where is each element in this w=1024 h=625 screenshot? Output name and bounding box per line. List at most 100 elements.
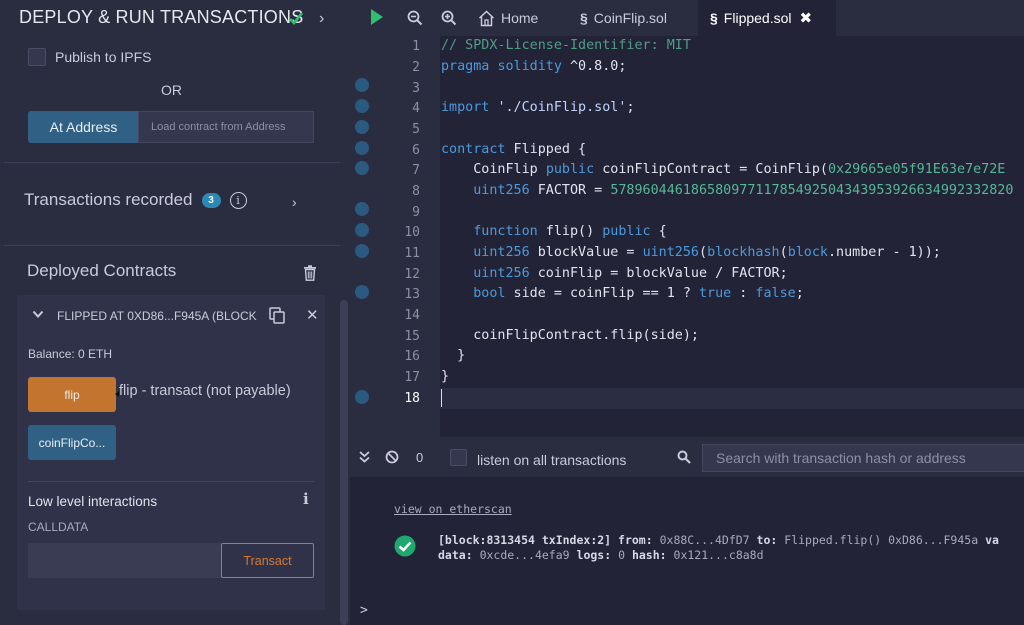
remix-ide: DEPLOY & RUN TRANSACTIONS › Publish to I…: [0, 0, 1024, 625]
transactions-recorded-row[interactable]: Transactions recorded 3 i: [24, 190, 247, 210]
info-icon[interactable]: i: [303, 490, 309, 508]
tab-home-label: Home: [501, 10, 539, 26]
tab-coinflip-sol[interactable]: § CoinFlip.sol: [580, 0, 690, 36]
code-line: import './CoinFlip.sol';: [441, 100, 635, 115]
flip-button[interactable]: flip: [28, 377, 116, 412]
breakpoint-icon[interactable]: [355, 141, 369, 155]
collapse-terminal-icon[interactable]: [359, 451, 370, 463]
line-number: 7: [412, 163, 420, 178]
search-icon: [677, 450, 691, 464]
tx-from-label: from:: [618, 533, 653, 547]
solidity-file-icon: §: [710, 10, 718, 26]
transactions-recorded-label: Transactions recorded: [24, 190, 193, 209]
line-number: 3: [412, 81, 420, 96]
breakpoint-icon[interactable]: [355, 390, 369, 404]
trash-icon[interactable]: [303, 265, 317, 281]
listen-all-label: listen on all transactions: [477, 452, 627, 468]
at-address-input[interactable]: Load contract from Address: [138, 111, 314, 143]
breakpoint-icon[interactable]: [355, 120, 369, 134]
code-line: contract Flipped {: [441, 142, 587, 157]
tx-logs-label: logs:: [576, 548, 612, 562]
listen-all-checkbox[interactable]: [450, 449, 467, 466]
breakpoint-icon[interactable]: [355, 223, 369, 237]
line-number: 4: [412, 101, 420, 116]
chevron-down-icon[interactable]: [32, 309, 44, 319]
transact-button[interactable]: Transact: [221, 543, 314, 578]
code-line: uint256 FACTOR = 57896044618658097711785…: [473, 183, 1014, 198]
divider: [4, 162, 340, 163]
check-icon: [289, 12, 303, 25]
editor-area: Home § CoinFlip.sol § Flipped.sol ✖ 1 2 …: [350, 0, 1024, 625]
code-line: uint256 blockValue = uint256(blockhash(b…: [473, 245, 941, 260]
line-number: 14: [404, 308, 420, 323]
tx-log-line1: [block:8313454 txIndex:2] from: 0x88C...…: [438, 533, 999, 547]
zoom-in-icon[interactable]: [441, 10, 457, 26]
breakpoint-icon[interactable]: [355, 244, 369, 258]
zoom-out-icon[interactable]: [407, 10, 423, 26]
deployed-contract-instance: FLIPPED AT 0XD86...F945A (BLOCK ✕ Balanc…: [17, 295, 325, 610]
code-line: }: [441, 369, 450, 384]
editor-gutter: 1 2 3 4 5 6 7 8 9 10 11 12 13 14 15 16 1…: [350, 36, 440, 437]
console-prompt[interactable]: >: [360, 603, 368, 618]
instance-title: FLIPPED AT 0XD86...F945A (BLOCK: [57, 309, 257, 323]
pending-tx-counter: 0: [416, 450, 424, 465]
calldata-label: CALLDATA: [28, 520, 89, 534]
info-icon[interactable]: i: [229, 191, 247, 209]
publish-ipfs-row: Publish to IPFS: [28, 48, 152, 66]
view-on-etherscan-link[interactable]: view on etherscan: [394, 502, 512, 516]
coinflip-contract-button[interactable]: coinFlipCo...: [28, 425, 116, 460]
tx-data-label: data:: [438, 548, 473, 562]
tx-hash-label: hash:: [631, 548, 667, 562]
or-label: OR: [161, 82, 182, 98]
breakpoint-icon[interactable]: [355, 161, 369, 175]
close-icon[interactable]: ✕: [306, 306, 319, 324]
copy-icon[interactable]: [269, 307, 285, 324]
code-line: function flip() public {: [473, 224, 667, 239]
code-line: }: [441, 348, 466, 363]
line-number: 10: [404, 225, 420, 240]
line-number: 13: [404, 287, 420, 302]
line-number: 9: [412, 205, 420, 220]
success-check-icon: [394, 535, 416, 557]
code-editor[interactable]: // SPDX-License-Identifier: MIT pragma s…: [440, 36, 1024, 437]
calldata-input[interactable]: [28, 543, 222, 578]
panel-title: DEPLOY & RUN TRANSACTIONS: [19, 7, 304, 27]
close-tab-icon[interactable]: ✖: [800, 9, 813, 27]
at-address-button[interactable]: At Address: [28, 111, 139, 143]
breakpoint-icon[interactable]: [355, 202, 369, 216]
terminal-output: view on etherscan [block:8313454 txIndex…: [350, 477, 1024, 625]
run-icon[interactable]: [369, 8, 385, 26]
breakpoint-icon[interactable]: [355, 99, 369, 113]
line-number: 15: [404, 329, 420, 344]
breakpoint-icon[interactable]: [355, 78, 369, 92]
line-number: 8: [412, 184, 420, 199]
clear-console-icon[interactable]: [385, 450, 399, 464]
terminal-search-input[interactable]: Search with transaction hash or address: [702, 444, 1024, 472]
tx-logs: 0: [618, 548, 626, 562]
transactions-count-badge: 3: [201, 192, 221, 208]
tx-to-label: to:: [756, 533, 778, 547]
instance-header[interactable]: FLIPPED AT 0XD86...F945A (BLOCK ✕: [17, 295, 325, 337]
tx-hash: 0x121...c8a8d: [673, 548, 764, 562]
tx-from: 0x88C...4DfD7: [659, 533, 750, 547]
text-cursor: [441, 389, 442, 407]
line-number: 2: [412, 60, 420, 75]
chevron-right-icon[interactable]: ›: [292, 194, 297, 210]
line-number: 17: [404, 370, 420, 385]
chevron-right-icon[interactable]: ›: [319, 10, 324, 28]
tx-log-line2: data: 0xcde...4efa9 logs: 0 hash: 0x121.…: [438, 548, 764, 562]
scrollbar[interactable]: [340, 300, 348, 625]
tab-flipped-label: Flipped.sol: [723, 10, 792, 26]
publish-ipfs-checkbox[interactable]: [28, 48, 46, 66]
tab-flipped-sol[interactable]: § Flipped.sol ✖: [698, 0, 836, 36]
low-level-interactions-label: Low level interactions: [28, 494, 158, 509]
line-number: 11: [404, 246, 420, 261]
current-line-highlight: [440, 388, 1024, 409]
code-line: bool side = coinFlip == 1 ? true : false…: [473, 286, 804, 301]
breakpoint-icon[interactable]: [355, 285, 369, 299]
line-number: 16: [404, 349, 420, 364]
line-number: 6: [412, 143, 420, 158]
tab-coinflip-label: CoinFlip.sol: [593, 10, 667, 26]
home-icon: [478, 9, 495, 26]
tab-home[interactable]: Home: [478, 0, 558, 36]
